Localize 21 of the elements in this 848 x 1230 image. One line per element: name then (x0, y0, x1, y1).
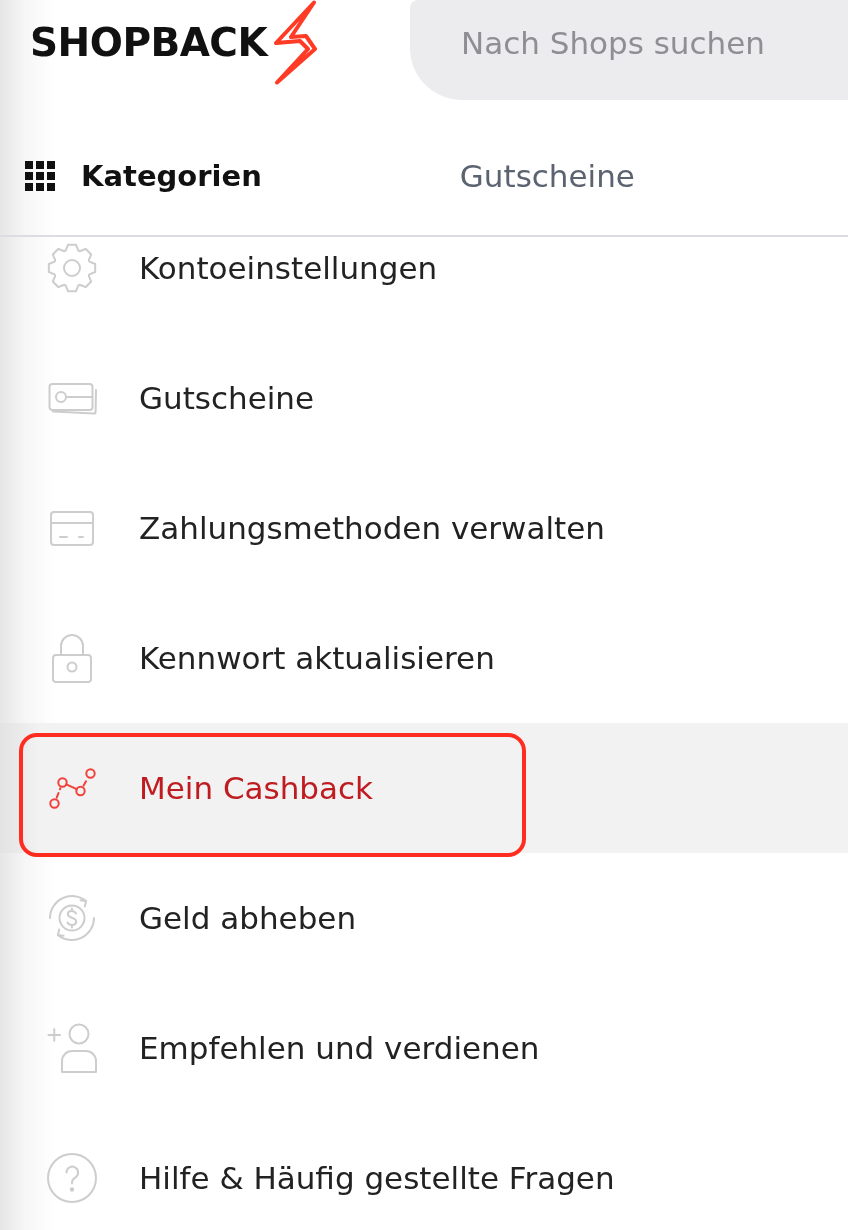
search-field[interactable]: Nach Shops suchen (410, 0, 848, 100)
menu-item[interactable]: Geld abheben (0, 853, 848, 983)
menu-item[interactable]: Hilfe & Häufig gestellte Fragen (0, 1113, 848, 1230)
menu-item[interactable]: Kontoeinstellungen (0, 237, 848, 333)
grid-icon (25, 160, 55, 191)
add-user-icon (47, 1023, 97, 1073)
padlock-icon (52, 633, 92, 683)
line-chart-icon (48, 767, 96, 809)
gear-icon (47, 243, 97, 293)
credit-card-icon (50, 510, 94, 546)
lightning-bolt-icon (271, 0, 318, 85)
menu-item[interactable]: Empfehlen und verdienen (0, 983, 848, 1113)
logo-text[interactable]: SHOPBACK (30, 23, 268, 62)
menu-item[interactable]: Zahlungsmethoden verwalten (0, 463, 848, 593)
menu-item[interactable]: Gutscheine (0, 333, 848, 463)
voucher-icon (47, 381, 97, 415)
menu-item[interactable]: Kennwort aktualisieren (0, 593, 848, 723)
help-icon (47, 1153, 97, 1203)
categories-button[interactable]: Kategorien (25, 158, 262, 193)
dollar-arrows-icon (47, 893, 97, 943)
nav-link[interactable]: Gutscheine (459, 157, 635, 194)
